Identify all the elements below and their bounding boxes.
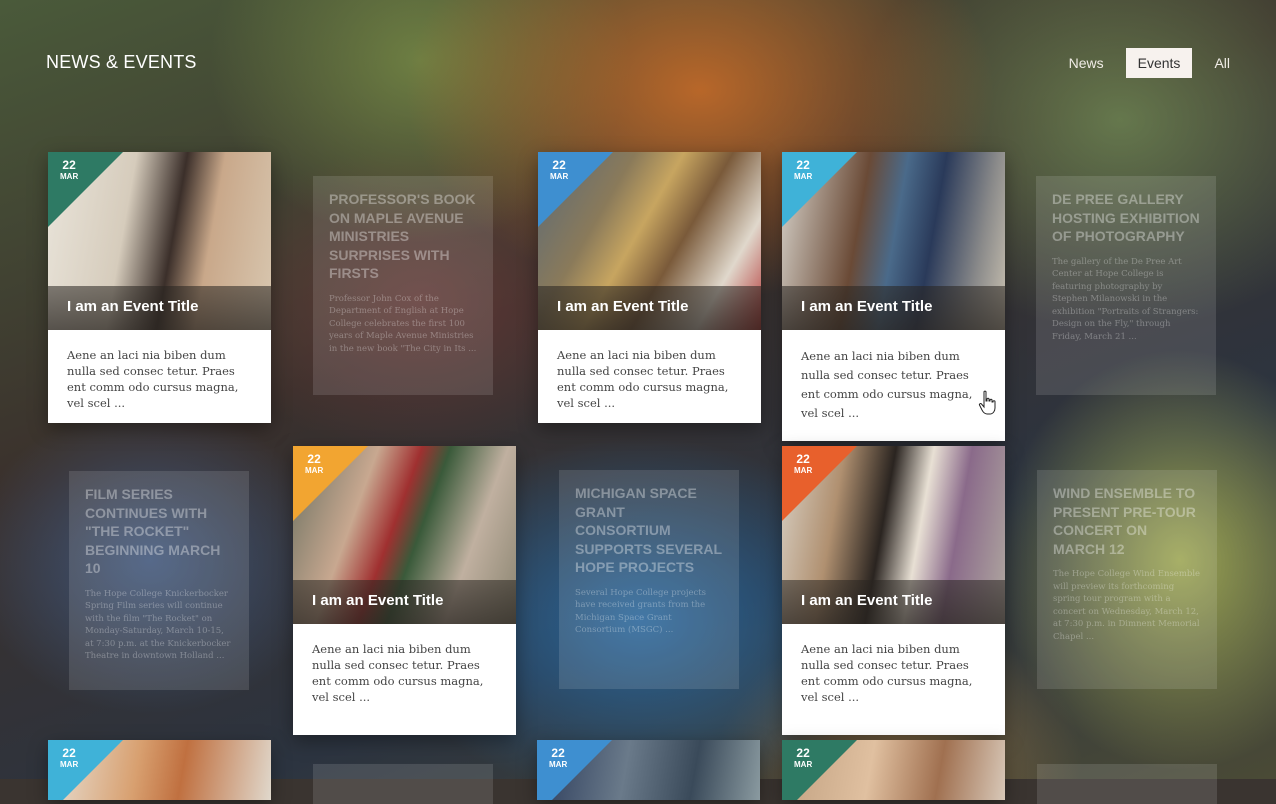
page-title: NEWS & EVENTS	[46, 52, 197, 72]
news-excerpt: The Hope College Knickerbocker Spring Fi…	[85, 588, 231, 662]
event-title[interactable]: I am an Event Title	[801, 298, 932, 315]
event-title[interactable]: I am an Event Title	[312, 592, 443, 609]
event-month: MAR	[305, 466, 324, 475]
news-title: PROFESSOR'S BOOK ON MAPLE AVENUE MINISTR…	[329, 191, 476, 281]
event-photo: 22 MAR	[48, 740, 271, 800]
event-day: 22	[62, 158, 76, 172]
event-month: MAR	[794, 172, 813, 181]
event-card[interactable]: 22 MAR I am an Event Title Aene an laci …	[293, 446, 516, 735]
event-photo: 22 MAR I am an Event Title	[48, 152, 271, 330]
event-date: 22 MAR	[305, 453, 323, 475]
news-card[interactable]: PROFESSOR'S BOOK ON MAPLE AVENUE MINISTR…	[313, 176, 493, 395]
news-excerpt: Professor John Cox of the Department of …	[329, 293, 477, 354]
event-month: MAR	[794, 760, 813, 769]
event-month: MAR	[60, 172, 79, 181]
event-month: MAR	[550, 172, 569, 181]
news-card[interactable]: MICHIGAN SPACE GRANT CONSORTIUM SUPPORTS…	[559, 470, 739, 689]
event-date: 22 MAR	[60, 747, 78, 769]
news-title: WIND ENSEMBLE TO PRESENT PRE-TOUR CONCER…	[1053, 485, 1196, 557]
news-card[interactable]: FILM SERIES CONTINUES WITH "THE ROCKET" …	[69, 471, 249, 690]
event-photo: 22 MAR	[537, 740, 760, 800]
event-date: 22 MAR	[550, 159, 568, 181]
filter-news[interactable]: News	[1057, 48, 1116, 78]
news-title: FILM SERIES CONTINUES WITH "THE ROCKET" …	[85, 486, 221, 576]
news-excerpt: The gallery of the De Pree Art Center at…	[1052, 256, 1199, 342]
event-excerpt: Aene an laci nia biben dum nulla sed con…	[801, 642, 973, 704]
news-excerpt: The Hope College Wind Ensemble will prev…	[1053, 569, 1201, 642]
event-day: 22	[796, 452, 810, 466]
event-date: 22 MAR	[794, 747, 812, 769]
event-title[interactable]: I am an Event Title	[557, 298, 688, 315]
event-day: 22	[796, 158, 810, 172]
news-card[interactable]	[1037, 764, 1217, 804]
event-day: 22	[551, 746, 565, 760]
event-photo: 22 MAR I am an Event Title	[782, 446, 1005, 624]
event-day: 22	[307, 452, 321, 466]
event-excerpt: Aene an laci nia biben dum nulla sed con…	[557, 348, 729, 410]
filter-tabs: News Events All	[1047, 48, 1242, 78]
event-day: 22	[796, 746, 810, 760]
event-card[interactable]: 22 MAR I am an Event Title Aene an laci …	[782, 152, 1005, 441]
event-card[interactable]: 22 MAR I am an Event Title Aene an laci …	[782, 446, 1005, 735]
event-card[interactable]: 22 MAR	[782, 740, 1005, 800]
event-date: 22 MAR	[60, 159, 78, 181]
news-title: MICHIGAN SPACE GRANT CONSORTIUM SUPPORTS…	[575, 485, 722, 575]
news-card[interactable]: DE PREE GALLERY HOSTING EXHIBITION OF PH…	[1036, 176, 1216, 395]
event-photo: 22 MAR I am an Event Title	[782, 152, 1005, 330]
event-date: 22 MAR	[794, 159, 812, 181]
filter-events[interactable]: Events	[1125, 48, 1193, 78]
event-card[interactable]: 22 MAR I am an Event Title Aene an laci …	[48, 152, 271, 423]
event-excerpt: Aene an laci nia biben dum nulla sed con…	[67, 348, 239, 410]
event-day: 22	[62, 746, 76, 760]
event-card[interactable]: 22 MAR	[48, 740, 271, 800]
event-photo: 22 MAR I am an Event Title	[538, 152, 761, 330]
event-photo: 22 MAR	[782, 740, 1005, 800]
event-month: MAR	[549, 760, 568, 769]
event-date: 22 MAR	[794, 453, 812, 475]
event-month: MAR	[60, 760, 79, 769]
event-card[interactable]: 22 MAR	[537, 740, 760, 800]
event-title[interactable]: I am an Event Title	[67, 298, 198, 315]
hand-cursor-icon	[978, 390, 996, 415]
news-card[interactable]	[313, 764, 493, 804]
event-excerpt: Aene an laci nia biben dum nulla sed con…	[801, 349, 973, 420]
news-card[interactable]: WIND ENSEMBLE TO PRESENT PRE-TOUR CONCER…	[1037, 470, 1217, 689]
event-excerpt: Aene an laci nia biben dum nulla sed con…	[312, 642, 484, 704]
filter-all[interactable]: All	[1202, 48, 1242, 78]
news-excerpt: Several Hope College projects have recei…	[575, 587, 707, 636]
event-day: 22	[552, 158, 566, 172]
event-photo: 22 MAR I am an Event Title	[293, 446, 516, 624]
event-month: MAR	[794, 466, 813, 475]
event-title[interactable]: I am an Event Title	[801, 592, 932, 609]
event-date: 22 MAR	[549, 747, 567, 769]
event-card[interactable]: 22 MAR I am an Event Title Aene an laci …	[538, 152, 761, 423]
news-title: DE PREE GALLERY HOSTING EXHIBITION OF PH…	[1052, 191, 1200, 244]
